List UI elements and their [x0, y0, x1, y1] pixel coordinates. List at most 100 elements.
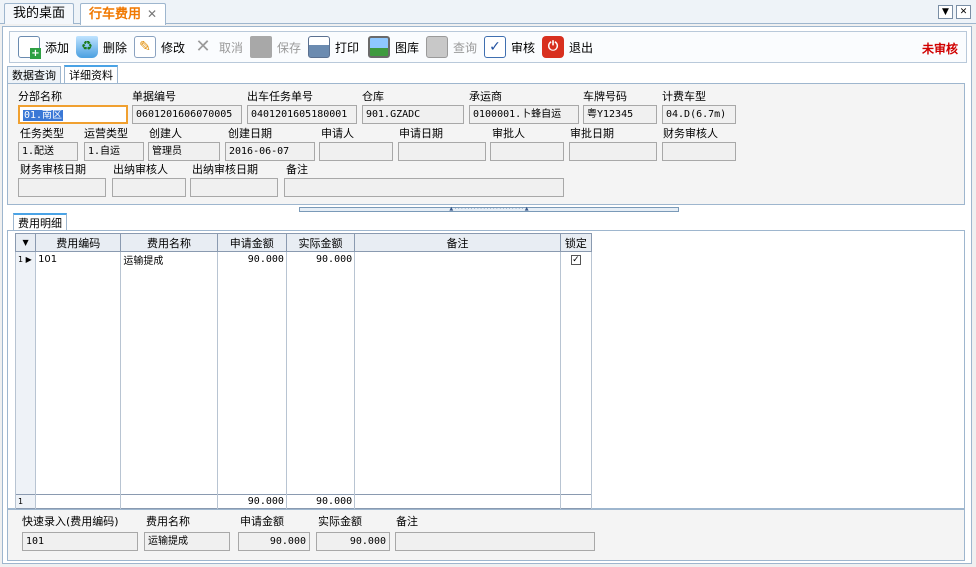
apply-date-field[interactable] [398, 142, 486, 161]
op-type-label: 运营类型 [84, 127, 128, 140]
plate-field[interactable]: 粤Y12345 [583, 105, 657, 124]
quick-actual-label: 实际金额 [318, 515, 362, 528]
cancel-icon: ✕ [195, 36, 211, 57]
quick-entry-panel: 快速录入(费用编码) 101 费用名称 运输提成 申请金额 90.000 实际金… [7, 509, 965, 561]
tab-detail[interactable]: 详细资料 [64, 65, 118, 83]
footer-count: 1 [14, 494, 37, 509]
printer-icon [308, 36, 330, 58]
image-icon [368, 36, 390, 58]
tab-data-query[interactable]: 数据查询 [7, 66, 61, 84]
warehouse-label: 仓库 [362, 90, 384, 103]
gallery-button[interactable]: 图库 [368, 35, 419, 59]
audit-button[interactable]: ✓ 审核 [484, 35, 535, 59]
fin-auditor-label: 财务审核人 [663, 127, 718, 140]
grid-menu-icon[interactable]: ▼ [14, 233, 37, 252]
approve-date-field[interactable] [569, 142, 657, 161]
quick-remark-field[interactable] [395, 532, 595, 551]
col-header-actual[interactable]: 实际金额 [285, 233, 356, 252]
approve-date-label: 审批日期 [570, 127, 614, 140]
creator-label: 创建人 [149, 127, 182, 140]
task-no-field[interactable]: 0401201605180001 [247, 105, 357, 124]
row-indicator[interactable]: 1 ▶ [14, 251, 37, 268]
delete-button[interactable]: ♻ 删除 [76, 35, 127, 59]
recycle-icon: ♻ [76, 36, 98, 58]
footer-apply-total: 90.000 [216, 493, 287, 509]
cell-remark[interactable] [354, 251, 561, 268]
quick-name-field[interactable]: 运输提成 [144, 532, 230, 551]
cashier-date-label: 出纳审核日期 [192, 163, 258, 176]
quick-name-label: 费用名称 [146, 515, 190, 528]
col-header-locked[interactable]: 锁定 [559, 233, 593, 252]
tab-label: 行车费用 [89, 7, 142, 22]
tab-cost-detail[interactable]: 费用明细 [13, 213, 67, 231]
fin-audit-date-label: 财务审核日期 [20, 163, 86, 176]
approver-field[interactable] [490, 142, 564, 161]
cell-actual[interactable]: 90.000 [285, 251, 356, 268]
close-icon[interactable]: ✕ [147, 7, 157, 21]
edit-button[interactable]: ✎ 修改 [134, 35, 185, 59]
fin-auditor-field[interactable] [662, 142, 736, 161]
empty-rows-area [14, 267, 593, 495]
col-header-code[interactable]: 费用编码 [35, 233, 122, 252]
cashier-field[interactable] [112, 178, 186, 197]
remark-field[interactable] [284, 178, 564, 197]
approver-label: 审批人 [492, 127, 525, 140]
cost-grid: ▼ 费用编码 费用名称 申请金额 实际金额 备注 锁定 1 ▶ 101 运输提成… [14, 233, 593, 509]
doc-no-label: 单据编号 [132, 90, 176, 103]
creator-field[interactable]: 管理员 [148, 142, 220, 161]
quick-remark-label: 备注 [396, 515, 418, 528]
header-form: 分部名称 01.南区 单据编号 0601201606070005 出车任务单号 … [7, 83, 965, 205]
col-header-name[interactable]: 费用名称 [120, 233, 218, 252]
tab-my-desktop[interactable]: 我的桌面 [4, 3, 75, 24]
quick-actual-field[interactable]: 90.000 [316, 532, 390, 551]
cancel-button[interactable]: ✕ 取消 [192, 35, 243, 59]
created-field[interactable]: 2016-06-07 [225, 142, 315, 161]
edit-icon: ✎ [134, 36, 156, 58]
plate-label: 车牌号码 [583, 90, 627, 103]
table-row[interactable]: 1 ▶ 101 运输提成 90.000 90.000 ✓ [14, 251, 593, 268]
add-button[interactable]: + 添加 [18, 35, 69, 59]
col-header-remark[interactable]: 备注 [354, 233, 561, 252]
quick-code-label: 快速录入(费用编码) [22, 515, 119, 528]
cell-apply[interactable]: 90.000 [216, 251, 287, 268]
close-window-icon[interactable]: ✕ [956, 5, 971, 19]
query-button[interactable]: 查询 [426, 35, 477, 59]
task-type-field[interactable]: 1.配送 [18, 142, 78, 161]
add-icon: + [18, 36, 41, 59]
locked-checkbox[interactable]: ✓ [570, 255, 581, 266]
quick-code-field[interactable]: 101 [22, 532, 138, 551]
created-label: 创建日期 [228, 127, 272, 140]
save-icon [250, 36, 272, 58]
cell-name[interactable]: 运输提成 [120, 251, 218, 268]
carrier-field[interactable]: 0100001.卜蜂自运 [469, 105, 579, 124]
cell-code[interactable]: 101 [35, 251, 122, 268]
grid-footer-row: 1 90.000 90.000 [14, 493, 593, 509]
document-tab-bar: 我的桌面 行车费用 ✕ ▼ ✕ [0, 0, 976, 25]
dropdown-icon[interactable]: ▼ [938, 5, 953, 19]
audit-check-icon: ✓ [484, 36, 506, 58]
grid-header-row: ▼ 费用编码 费用名称 申请金额 实际金额 备注 锁定 [14, 233, 593, 252]
branch-field[interactable]: 01.南区 [18, 105, 128, 124]
cashier-date-field[interactable] [190, 178, 278, 197]
tab-vehicle-cost[interactable]: 行车费用 ✕ [80, 3, 167, 25]
exit-button[interactable]: ⏻ 退出 [542, 35, 593, 59]
save-button[interactable]: 保存 [250, 35, 301, 59]
op-type-field[interactable]: 1.自运 [84, 142, 144, 161]
fin-audit-date-field[interactable] [18, 178, 106, 197]
warehouse-field[interactable]: 901.GZADC [362, 105, 464, 124]
col-header-apply[interactable]: 申请金额 [216, 233, 287, 252]
doc-no-field[interactable]: 0601201606070005 [132, 105, 242, 124]
panel-splitter[interactable]: ▲ · · · · · · · · · · · · · · · · · · · … [299, 207, 679, 212]
search-icon [426, 36, 448, 58]
footer-actual-total: 90.000 [285, 493, 356, 509]
cell-locked[interactable]: ✓ [559, 251, 593, 268]
cost-detail-panel: ▼ 费用编码 费用名称 申请金额 实际金额 备注 锁定 1 ▶ 101 运输提成… [7, 230, 965, 509]
applicant-label: 申请人 [321, 127, 354, 140]
applicant-field[interactable] [319, 142, 393, 161]
main-frame: + 添加 ♻ 删除 ✎ 修改 ✕ 取消 保存 打印 图库 查询 ✓ 审核 ⏻ 退… [2, 26, 972, 564]
task-no-label: 出车任务单号 [247, 90, 313, 103]
carrier-label: 承运商 [469, 90, 502, 103]
quick-apply-field[interactable]: 90.000 [238, 532, 310, 551]
print-button[interactable]: 打印 [308, 35, 359, 59]
vehicle-type-field[interactable]: 04.D(6.7m) [662, 105, 736, 124]
